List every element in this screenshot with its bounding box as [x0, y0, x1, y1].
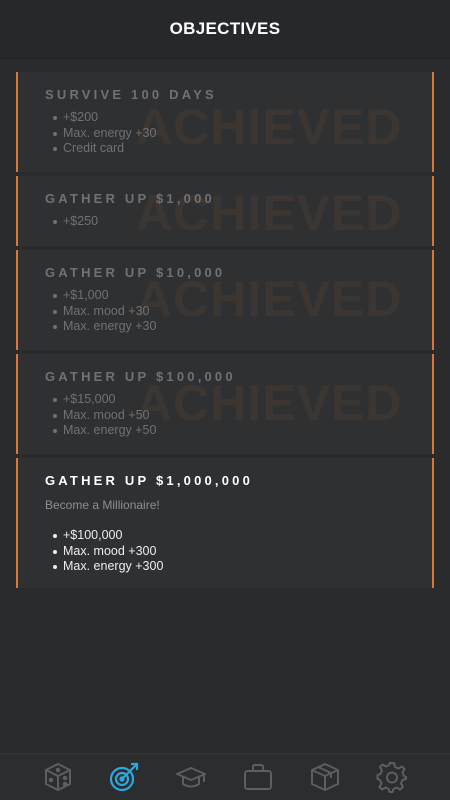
reward-item: Max. mood +50 [53, 408, 432, 424]
reward-list: +$250 [45, 214, 432, 230]
reward-item: Max. energy +30 [53, 126, 432, 142]
briefcase-icon [244, 764, 272, 790]
objective-card-current[interactable]: GATHER UP $1,000,000 Become a Millionair… [16, 458, 434, 588]
objective-title: SURVIVE 100 DAYS [45, 87, 217, 102]
box-icon [311, 763, 339, 791]
reward-list: +$100,000 Max. mood +300 Max. energy +30… [45, 528, 432, 575]
header-bar: OBJECTIVES [0, 0, 450, 59]
reward-item: Max. energy +30 [53, 319, 432, 335]
tab-objectives[interactable] [108, 761, 140, 793]
reward-list: +$200 Max. energy +30 Credit card [45, 110, 432, 157]
target-icon [109, 762, 139, 792]
reward-item: +$250 [53, 214, 432, 230]
reward-item: Max. mood +30 [53, 304, 432, 320]
objective-title: GATHER UP $10,000 [45, 265, 226, 280]
objective-card[interactable]: ACHIEVED SURVIVE 100 DAYS +$200 Max. ene… [16, 72, 434, 172]
reward-item: Credit card [53, 141, 432, 157]
reward-list: +$1,000 Max. mood +30 Max. energy +30 [45, 288, 432, 335]
reward-item: +$1,000 [53, 288, 432, 304]
objective-title: GATHER UP $1,000 [45, 191, 215, 206]
objective-card[interactable]: ACHIEVED GATHER UP $100,000 +$15,000 Max… [16, 354, 434, 454]
cube-icon [45, 763, 71, 791]
reward-item: +$100,000 [53, 528, 432, 544]
gear-icon [376, 762, 407, 793]
graduation-cap-icon [176, 767, 206, 788]
objective-subtitle: Become a Millionaire! [45, 498, 160, 512]
objectives-list: ACHIEVED SURVIVE 100 DAYS +$200 Max. ene… [16, 72, 434, 592]
reward-item: Max. mood +300 [53, 544, 432, 560]
reward-item: +$200 [53, 110, 432, 126]
tab-inventory[interactable] [309, 761, 341, 793]
objective-card[interactable]: ACHIEVED GATHER UP $1,000 +$250 [16, 176, 434, 246]
tab-settings[interactable] [376, 761, 408, 793]
objective-title: GATHER UP $100,000 [45, 369, 236, 384]
tab-cube[interactable] [42, 761, 74, 793]
tab-work[interactable] [242, 761, 274, 793]
objective-card[interactable]: ACHIEVED GATHER UP $10,000 +$1,000 Max. … [16, 250, 434, 350]
reward-item: +$15,000 [53, 392, 432, 408]
tab-education[interactable] [175, 761, 207, 793]
page-title: OBJECTIVES [169, 19, 281, 38]
bottom-tab-bar [0, 753, 450, 800]
reward-list: +$15,000 Max. mood +50 Max. energy +50 [45, 392, 432, 439]
reward-item: Max. energy +300 [53, 559, 432, 575]
reward-item: Max. energy +50 [53, 423, 432, 439]
objective-title: GATHER UP $1,000,000 [45, 473, 254, 488]
